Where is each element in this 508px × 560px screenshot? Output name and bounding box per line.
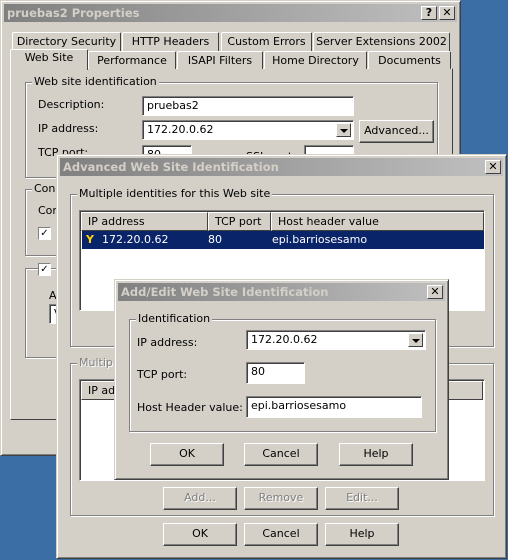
cancel-button[interactable]: Cancel xyxy=(244,443,318,466)
ip-value: 172.20.0.62 xyxy=(251,333,318,346)
column-tcp-port[interactable]: TCP port xyxy=(208,212,271,231)
add-edit-titlebar[interactable]: Add/Edit Web Site Identification ✕ xyxy=(118,283,445,301)
identity-icon: Y xyxy=(86,233,94,246)
ok-button[interactable]: OK xyxy=(163,523,237,546)
ip-address-label: IP address: xyxy=(38,122,99,135)
column-ip-address[interactable]: IP address xyxy=(81,212,208,231)
dialog-title: Advanced Web Site Identification xyxy=(63,160,279,174)
close-button[interactable]: ✕ xyxy=(485,160,501,174)
tab-isapi-filters[interactable]: ISAPI Filters xyxy=(177,51,263,69)
column-host-header[interactable]: Host header value xyxy=(271,212,484,231)
ip-address-combo[interactable]: 172.20.0.62 xyxy=(142,120,354,140)
chevron-down-icon[interactable] xyxy=(336,123,351,137)
chevron-down-icon[interactable] xyxy=(408,333,423,347)
description-label: Description: xyxy=(38,98,105,111)
description-input[interactable]: pruebas2 xyxy=(142,96,354,116)
connection-label: Cor xyxy=(38,204,57,217)
close-button[interactable]: ✕ xyxy=(439,6,455,20)
window-title: pruebas2 Properties xyxy=(7,6,140,20)
ok-button[interactable]: OK xyxy=(150,443,224,466)
tab-documents[interactable]: Documents xyxy=(368,51,451,69)
tab-server-extensions[interactable]: Server Extensions 2002 xyxy=(313,32,450,51)
remove-button[interactable]: Remove xyxy=(244,487,318,510)
help-button[interactable]: Help xyxy=(325,523,399,546)
close-button[interactable]: ✕ xyxy=(427,285,443,299)
group-legend: Multiple identities for this Web site xyxy=(77,187,273,200)
cancel-button[interactable]: Cancel xyxy=(244,523,318,546)
edit-button[interactable]: Edit... xyxy=(325,487,399,510)
tab-http-headers[interactable]: HTTP Headers xyxy=(122,32,219,51)
advanced-titlebar[interactable]: Advanced Web Site Identification ✕ xyxy=(60,158,503,176)
ip-value: 172.20.0.62 xyxy=(147,123,214,136)
group-legend: Identification xyxy=(136,312,213,325)
host-header-label: Host Header value: xyxy=(137,401,243,414)
enable-logging-checkbox[interactable]: ✓ xyxy=(38,263,51,276)
add-edit-dialog: Add/Edit Web Site Identification ✕ Ident… xyxy=(114,279,449,480)
tab-web-site[interactable]: Web Site xyxy=(10,49,88,70)
tcp-port-input[interactable]: 80 xyxy=(246,362,305,384)
help-button[interactable]: Help xyxy=(339,443,413,466)
tab-home-directory[interactable]: Home Directory xyxy=(264,51,367,69)
dialog-title: Add/Edit Web Site Identification xyxy=(121,285,329,299)
cell-host: epi.barriosesamo xyxy=(272,233,368,246)
advanced-button[interactable]: Advanced... xyxy=(359,120,434,143)
properties-titlebar[interactable]: pruebas2 Properties ? ✕ xyxy=(4,4,457,22)
cell-port: 80 xyxy=(208,233,222,246)
host-header-input[interactable]: epi.barriosesamo xyxy=(246,396,422,418)
table-row[interactable]: Y 172.20.0.62 80 epi.barriosesamo xyxy=(82,231,484,249)
ip-address-label: IP address: xyxy=(137,336,198,349)
tcp-port-label: TCP port: xyxy=(137,368,188,381)
cell-ip: 172.20.0.62 xyxy=(102,233,169,246)
connection-checkbox[interactable]: ✓ xyxy=(38,227,51,240)
tab-performance[interactable]: Performance xyxy=(88,51,176,69)
tab-custom-errors[interactable]: Custom Errors xyxy=(221,32,312,51)
group-legend: Web site identification xyxy=(32,75,159,88)
ip-address-combo[interactable]: 172.20.0.62 xyxy=(246,330,426,350)
add-button[interactable]: Add... xyxy=(163,487,237,510)
help-button[interactable]: ? xyxy=(421,6,437,20)
